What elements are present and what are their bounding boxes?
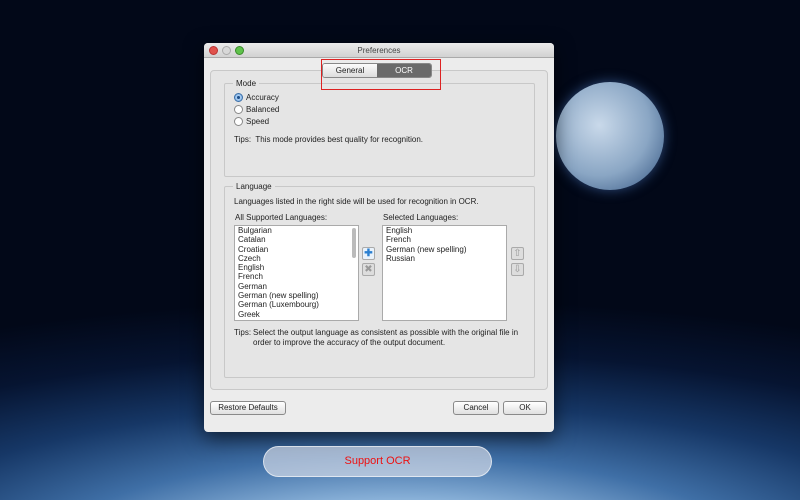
mode-group: Mode Accuracy Balanced Speed Tips: This … — [224, 79, 535, 177]
preferences-window: Preferences General OCR Mode Accuracy Ba… — [204, 43, 554, 432]
language-tips: Tips: Select the output language as cons… — [234, 328, 524, 347]
plus-icon: ✚ — [364, 248, 373, 259]
close-button[interactable] — [209, 46, 218, 55]
list-item[interactable]: German (new spelling) — [235, 291, 358, 300]
radio-selected-icon — [234, 92, 243, 102]
add-language-button[interactable]: ✚ — [362, 247, 375, 260]
list-item[interactable]: Czech — [235, 254, 358, 263]
x-icon: ✖ — [364, 264, 373, 275]
moon-background — [556, 82, 664, 190]
move-down-button[interactable]: ⇩ — [511, 263, 524, 276]
mode-tips: Tips: This mode provides best quality fo… — [234, 135, 423, 144]
language-group: Language Languages listed in the right s… — [224, 182, 535, 378]
arrow-down-icon: ⇩ — [513, 264, 522, 275]
tips-text: Select the output language as consistent… — [253, 328, 519, 347]
window-title: Preferences — [357, 46, 401, 55]
list-item[interactable]: German (new spelling) — [383, 245, 506, 254]
list-item[interactable]: English — [383, 226, 506, 235]
list-item[interactable]: French — [383, 235, 506, 244]
tips-text: This mode provides best quality for reco… — [255, 135, 423, 144]
support-ocr-button[interactable]: Support OCR — [263, 446, 492, 477]
all-languages-list[interactable]: Bulgarian Catalan Croatian Czech English… — [234, 225, 359, 321]
list-item[interactable]: Greek — [235, 310, 358, 319]
list-item[interactable]: Catalan — [235, 235, 358, 244]
radio-accuracy[interactable]: Accuracy — [234, 91, 279, 103]
list-item[interactable]: Bulgarian — [235, 226, 358, 235]
list-item[interactable]: French — [235, 272, 358, 281]
radio-label: Balanced — [246, 104, 280, 114]
list-item[interactable]: Croatian — [235, 245, 358, 254]
tips-label: Tips: — [234, 328, 252, 337]
list-item[interactable]: German — [235, 282, 358, 291]
minimize-button[interactable] — [222, 46, 231, 55]
remove-language-button[interactable]: ✖ — [362, 263, 375, 276]
mode-legend: Mode — [236, 79, 257, 88]
highlight-box — [321, 59, 441, 90]
list-item[interactable]: English — [235, 263, 358, 272]
radio-balanced[interactable]: Balanced — [234, 103, 279, 115]
cancel-button[interactable]: Cancel — [453, 401, 499, 415]
language-description: Languages listed in the right side will … — [234, 197, 479, 206]
radio-speed[interactable]: Speed — [234, 115, 279, 127]
radio-label: Speed — [246, 116, 270, 126]
move-up-button[interactable]: ⇧ — [511, 247, 524, 260]
tips-label: Tips: — [234, 135, 252, 144]
arrow-up-icon: ⇧ — [513, 248, 522, 259]
restore-defaults-button[interactable]: Restore Defaults — [210, 401, 286, 415]
tab-panel: Mode Accuracy Balanced Speed Tips: This … — [210, 70, 548, 390]
zoom-button[interactable] — [235, 46, 244, 55]
selected-languages-list[interactable]: English French German (new spelling) Rus… — [382, 225, 507, 321]
scrollbar-thumb[interactable] — [352, 228, 356, 258]
title-bar[interactable]: Preferences — [204, 43, 554, 58]
list-item[interactable]: Russian — [383, 254, 506, 263]
selected-languages-label: Selected Languages: — [383, 213, 459, 222]
radio-icon — [234, 116, 243, 126]
all-languages-label: All Supported Languages: — [235, 213, 328, 222]
list-item[interactable]: German (Luxembourg) — [235, 300, 358, 309]
radio-icon — [234, 104, 243, 114]
radio-label: Accuracy — [246, 92, 279, 102]
ok-button[interactable]: OK — [503, 401, 547, 415]
language-legend: Language — [236, 182, 272, 191]
